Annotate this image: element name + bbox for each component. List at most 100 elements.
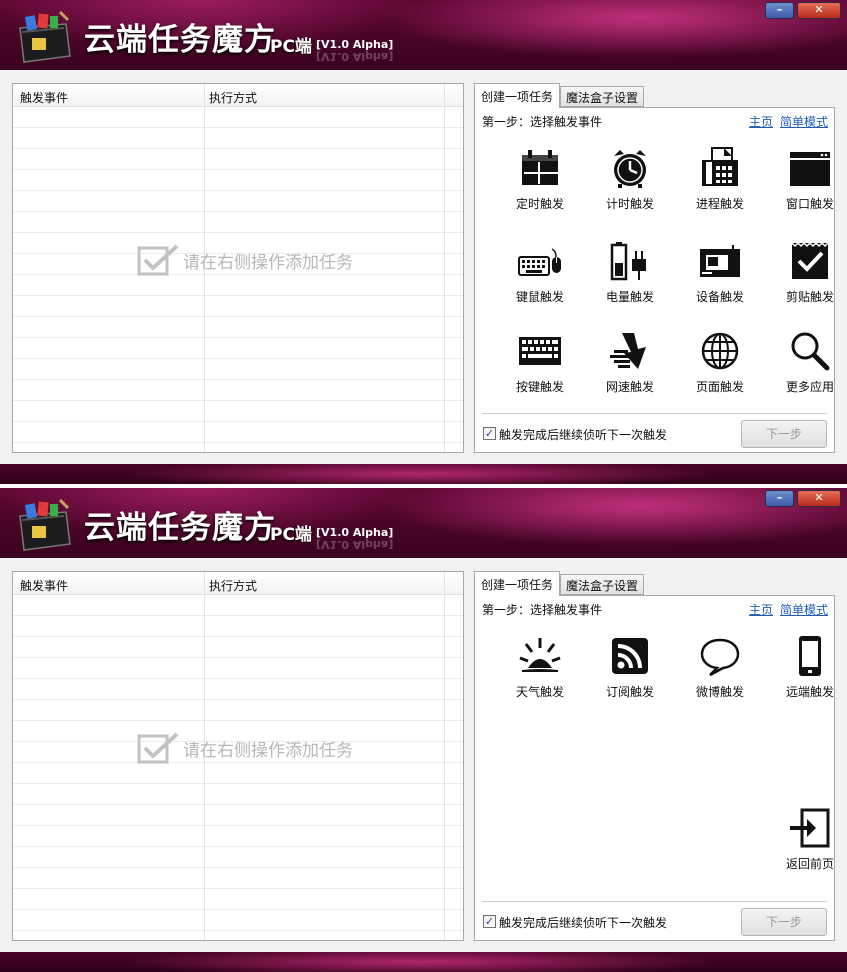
task-list-header: 触发事件 执行方式 — [13, 572, 463, 595]
column-header-trigger[interactable]: 触发事件 — [20, 577, 68, 594]
trigger-item-label: 窗口触发 — [785, 197, 834, 211]
app-logo-icon — [19, 10, 71, 63]
trigger-item-label: 微博触发 — [695, 685, 744, 699]
continue-checkbox-label[interactable]: 触发完成后继续侦听下一次触发 — [499, 426, 667, 443]
trigger-item-label: 远端触发 — [785, 685, 834, 699]
step-title: 第一步：选择触发事件 — [482, 603, 603, 617]
trigger-item-label: 设备触发 — [695, 290, 744, 304]
footer-bar — [0, 464, 847, 484]
step-title: 第一步：选择触发事件 — [482, 115, 603, 129]
trigger-item[interactable]: 窗口触发 — [765, 146, 847, 224]
empty-hint-text: 请在右侧操作添加任务 — [183, 252, 353, 273]
version-reflection: [V1.0 Alpha] — [316, 50, 394, 63]
task-list[interactable]: 触发事件 执行方式请在右侧操作添加任务 — [12, 571, 464, 941]
keyboard-mouse-icon — [518, 248, 561, 276]
pc-label: PC端 — [270, 525, 312, 545]
divider — [482, 901, 827, 902]
device-icon — [700, 245, 740, 277]
back-page-button[interactable]: 返回前页 — [765, 806, 847, 884]
window-icon — [790, 152, 830, 186]
next-step-button[interactable]: 下一步 — [741, 420, 827, 448]
trigger-item[interactable]: 订阅触发 — [585, 634, 675, 712]
app-logo-icon — [19, 498, 71, 551]
continue-checkbox[interactable]: ✓ — [483, 915, 496, 928]
battery-plug-icon — [610, 242, 646, 281]
task-list-rows — [13, 595, 463, 940]
network-speed-icon — [610, 333, 646, 369]
continue-checkbox-label[interactable]: 触发完成后继续侦听下一次触发 — [499, 914, 667, 931]
window-gap — [0, 484, 847, 488]
trigger-item-label: 键鼠触发 — [515, 290, 564, 304]
trigger-item-label: 剪贴触发 — [785, 290, 834, 304]
simple-mode-link[interactable]: 简单模式 — [780, 113, 828, 130]
trigger-item[interactable]: 网速触发 — [585, 329, 675, 407]
tab-create-task[interactable]: 创建一项任务 — [474, 83, 561, 108]
phone-icon — [799, 636, 821, 676]
tab-create-task[interactable]: 创建一项任务 — [474, 571, 561, 596]
version-reflection: [V1.0 Alpha] — [316, 538, 394, 551]
column-divider — [444, 84, 445, 452]
app-window: 云端任务魔方 PC端 [V1.0 Alpha] [V1.0 Alpha] – ✕ 触发事件执… — [0, 488, 847, 972]
minimize-button[interactable]: – — [765, 2, 794, 19]
trigger-item-label: 进程触发 — [695, 197, 744, 211]
title-bar: 云端任务魔方 PC端 [V1.0 Alpha] [V1.0 Alpha] – ✕ — [0, 488, 847, 558]
close-button[interactable]: ✕ — [797, 490, 841, 507]
simple-mode-link[interactable]: 简单模式 — [780, 601, 828, 618]
trigger-item-label: 更多应用 — [785, 380, 834, 394]
trigger-item-label: 计时触发 — [605, 197, 654, 211]
trigger-item-label: 电量触发 — [605, 290, 654, 304]
app-window: 云端任务魔方 PC端 [V1.0 Alpha] [V1.0 Alpha] – ✕ 触发事件执… — [0, 0, 847, 484]
trigger-item[interactable]: 微博触发 — [675, 634, 765, 712]
trigger-item[interactable]: 计时触发 — [585, 146, 675, 224]
keyboard-icon — [519, 337, 561, 365]
column-divider — [444, 572, 445, 940]
trigger-item[interactable]: 远端触发 — [765, 634, 847, 712]
trigger-item-label: 定时触发 — [515, 197, 564, 211]
rss-icon — [612, 638, 648, 674]
fax-machine-icon — [702, 147, 738, 186]
column-header-method[interactable]: 执行方式 — [209, 577, 257, 594]
clipboard-check-icon — [791, 241, 829, 279]
checkbox-watermark-icon — [137, 732, 179, 764]
trigger-item[interactable]: 天气触发 — [495, 634, 585, 712]
continue-checkbox[interactable]: ✓ — [483, 427, 496, 440]
task-list[interactable]: 触发事件 执行方式请在右侧操作添加任务 — [12, 83, 464, 453]
trigger-item-label: 网速触发 — [605, 380, 654, 394]
empty-hint: 请在右侧操作添加任务 — [137, 242, 353, 278]
home-link[interactable]: 主页 — [749, 601, 773, 618]
task-list-header: 触发事件 执行方式 — [13, 84, 463, 107]
column-header-method[interactable]: 执行方式 — [209, 89, 257, 106]
magnifier-icon — [791, 332, 830, 371]
trigger-item[interactable]: 键鼠触发 — [495, 239, 585, 317]
globe-icon — [701, 332, 739, 370]
sunrise-icon — [519, 638, 561, 672]
divider — [482, 413, 827, 414]
tab-box-settings[interactable]: 魔法盒子设置 — [560, 86, 645, 107]
trigger-item-label: 天气触发 — [515, 685, 564, 699]
empty-hint-text: 请在右侧操作添加任务 — [183, 740, 353, 761]
minimize-button[interactable]: – — [765, 490, 794, 507]
trigger-item[interactable]: 剪贴触发 — [765, 239, 847, 317]
trigger-item-label: 页面触发 — [695, 380, 744, 394]
close-button[interactable]: ✕ — [797, 2, 841, 19]
trigger-item[interactable]: 按键触发 — [495, 329, 585, 407]
tab-box-settings[interactable]: 魔法盒子设置 — [560, 574, 645, 595]
trigger-item-label: 订阅触发 — [605, 685, 654, 699]
checkbox-watermark-icon — [137, 244, 179, 276]
column-header-trigger[interactable]: 触发事件 — [20, 89, 68, 106]
speech-bubble-icon — [700, 638, 740, 677]
trigger-item[interactable]: 电量触发 — [585, 239, 675, 317]
title-bar: 云端任务魔方 PC端 [V1.0 Alpha] [V1.0 Alpha] – ✕ — [0, 0, 847, 70]
back-page-label: 返回前页 — [785, 857, 834, 871]
pc-label: PC端 — [270, 37, 312, 57]
trigger-item[interactable]: 更多应用 — [765, 329, 847, 407]
trigger-item[interactable]: 进程触发 — [675, 146, 765, 224]
next-step-button[interactable]: 下一步 — [741, 908, 827, 936]
trigger-item[interactable]: 设备触发 — [675, 239, 765, 317]
trigger-item[interactable]: 页面触发 — [675, 329, 765, 407]
trigger-item[interactable]: 定时触发 — [495, 146, 585, 224]
create-task-panel: 第一步：选择触发事件 主页 简单模式定时触发 计时触发 进程触发 窗口触发键鼠触发 电量触发… — [474, 107, 835, 453]
calendar-icon — [522, 150, 558, 185]
trigger-item-label: 按键触发 — [515, 380, 564, 394]
home-link[interactable]: 主页 — [749, 113, 773, 130]
